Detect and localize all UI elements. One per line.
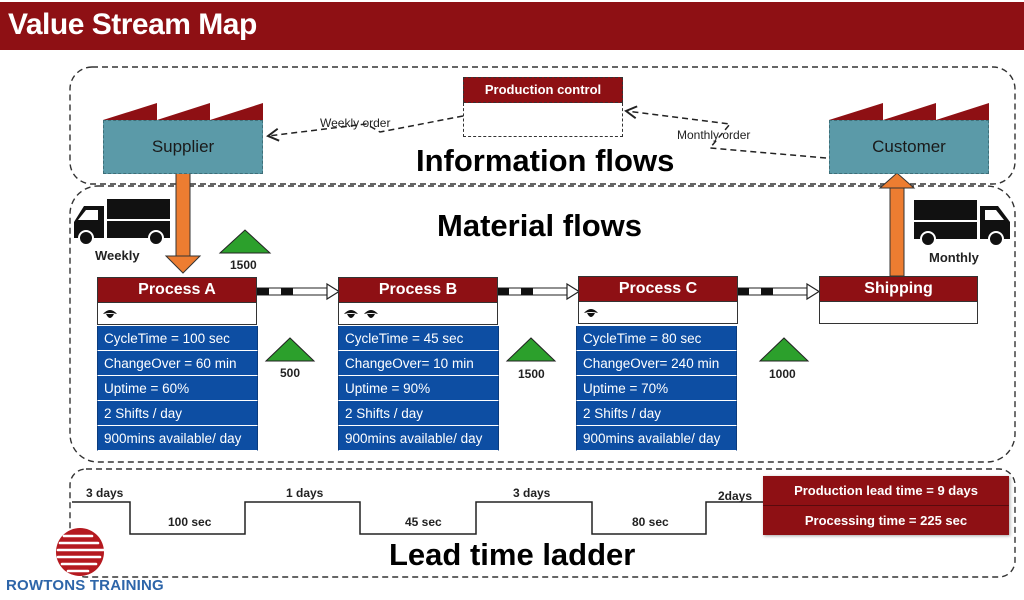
brand-name: ROWTONS TRAINING (6, 577, 164, 594)
ladder-wait-4: 2days (718, 489, 753, 503)
operator-icon (364, 309, 378, 318)
supplier-label: Supplier (151, 137, 215, 156)
operator-icon (344, 309, 358, 318)
process-c-data-box: CycleTime = 80 sec ChangeOver= 240 min U… (576, 326, 737, 451)
process-a-available-time: 900mins available/ day (97, 426, 258, 451)
inventory-label-2: 500 (280, 366, 301, 380)
process-b-data-box: CycleTime = 45 sec ChangeOver= 10 min Up… (338, 326, 499, 451)
ladder-wait-1: 3 days (86, 486, 124, 500)
process-c-shifts: 2 Shifts / day (576, 401, 737, 426)
brand-logo-icon (56, 528, 106, 576)
information-flows-heading: Information flows (416, 143, 675, 178)
inventory-label-1: 1500 (230, 258, 257, 272)
customer-roof (829, 103, 989, 120)
supplier-factory[interactable]: Supplier (103, 120, 263, 174)
ladder-process-2: 45 sec (405, 515, 442, 529)
truck-icon-outbound (914, 200, 1010, 247)
process-a-changeover: ChangeOver = 60 min (97, 351, 258, 376)
process-a-data-box: CycleTime = 100 sec ChangeOver = 60 min … (97, 326, 258, 451)
process-a-shifts: 2 Shifts / day (97, 401, 258, 426)
process-c-changeover: ChangeOver= 240 min (576, 351, 737, 376)
truck-icon-inbound (74, 199, 170, 246)
ladder-wait-3: 3 days (513, 486, 551, 500)
process-a-title: Process A (97, 277, 257, 303)
process-c-operators (578, 302, 738, 324)
inbound-truck-label: Weekly (95, 248, 140, 263)
push-arrow-a-b (256, 282, 341, 301)
material-flows-heading: Material flows (437, 208, 642, 243)
process-b-cycle-time: CycleTime = 45 sec (338, 326, 499, 351)
process-a-uptime: Uptime = 60% (97, 376, 258, 401)
process-a-cycle-time: CycleTime = 100 sec (97, 326, 258, 351)
process-b-shifts: 2 Shifts / day (338, 401, 499, 426)
lead-time-summary: Production lead time = 9 days Processing… (763, 476, 1009, 535)
process-b[interactable]: Process B (338, 277, 498, 325)
outbound-arrow (878, 172, 916, 277)
push-arrow-b-c (496, 282, 581, 301)
inventory-label-4: 1000 (769, 367, 796, 381)
process-c-available-time: 900mins available/ day (576, 426, 737, 451)
process-c[interactable]: Process C (578, 276, 738, 324)
production-control-body (463, 103, 623, 137)
supplier-roof (103, 103, 263, 120)
process-a[interactable]: Process A (97, 277, 257, 325)
inventory-label-3: 1500 (518, 367, 545, 381)
lead-time-ladder-heading: Lead time ladder (389, 537, 636, 572)
inbound-arrow (164, 172, 202, 274)
process-b-operators (338, 303, 498, 325)
inventory-triangle-4 (758, 337, 810, 362)
process-c-uptime: Uptime = 70% (576, 376, 737, 401)
ladder-process-3: 80 sec (632, 515, 669, 529)
process-b-uptime: Uptime = 90% (338, 376, 499, 401)
process-a-operators (97, 303, 257, 325)
shipping-title: Shipping (819, 276, 978, 302)
operator-icon (103, 309, 117, 318)
production-lead-time: Production lead time = 9 days (763, 476, 1009, 506)
shipping-operators (819, 302, 978, 324)
production-control-header: Production control (463, 77, 623, 103)
production-control[interactable]: Production control (463, 77, 623, 137)
ladder-process-1: 100 sec (168, 515, 212, 529)
inventory-triangle-1 (218, 229, 272, 254)
shipping[interactable]: Shipping (819, 276, 978, 324)
inventory-triangle-2 (264, 337, 316, 362)
processing-time: Processing time = 225 sec (763, 506, 1009, 535)
process-c-cycle-time: CycleTime = 80 sec (576, 326, 737, 351)
customer-factory[interactable]: Customer (829, 120, 989, 174)
ladder-wait-2: 1 days (286, 486, 324, 500)
outbound-truck-label: Monthly (929, 250, 979, 265)
inventory-triangle-3 (505, 337, 557, 362)
process-b-changeover: ChangeOver= 10 min (338, 351, 499, 376)
monthly-order-label: Monthly order (677, 128, 751, 142)
process-b-title: Process B (338, 277, 498, 303)
process-c-title: Process C (578, 276, 738, 302)
process-b-available-time: 900mins available/ day (338, 426, 499, 451)
operator-icon (584, 308, 598, 317)
weekly-order-label: Weekly order (320, 116, 391, 130)
customer-label: Customer (872, 137, 946, 156)
push-arrow-c-shipping (736, 282, 821, 301)
